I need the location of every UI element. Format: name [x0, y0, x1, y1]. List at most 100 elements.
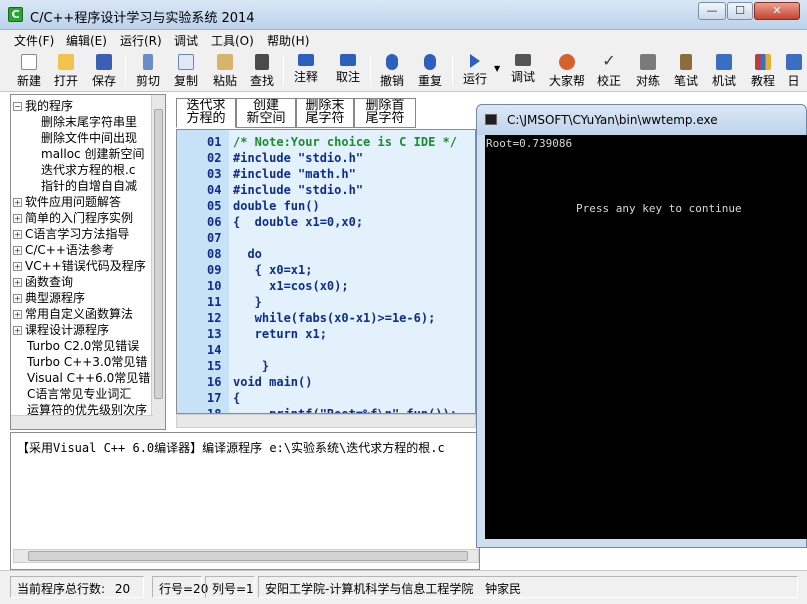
tree-item-my-programs[interactable]: − 我的程序 [13, 98, 73, 114]
program-tree[interactable]: − 我的程序 删除末尾字符串里 删除文件中间出现 malloc 创建新空间 迭代求… [10, 94, 166, 430]
tree-item[interactable]: 删除末尾字符串里 [41, 114, 137, 130]
menu-help[interactable]: 帮助(H) [267, 32, 309, 49]
menu-tools[interactable]: 工具(O) [211, 32, 254, 49]
expand-icon[interactable]: + [13, 214, 22, 223]
tree-item[interactable]: + 常用自定义函数算法 [13, 306, 133, 322]
tree-item[interactable]: 迭代求方程的根.c [41, 162, 135, 178]
tab-iterative-root[interactable]: 迭代求 方程的 [176, 98, 236, 128]
comment-button[interactable]: 注释 [287, 52, 325, 90]
cut-button[interactable]: 剪切 [129, 52, 167, 90]
tree-item-label: 指针的自增自自减 [41, 179, 138, 193]
tree-vertical-scrollbar[interactable] [151, 95, 165, 429]
undo-button[interactable]: 撤销 [373, 52, 411, 90]
save-button[interactable]: 保存 [85, 52, 123, 90]
compile-output-text: 【采用Visual C++ 6.0编译器】编译源程序 e:\实验系统\迭代求方程… [17, 441, 445, 455]
tree-item[interactable]: + 典型源程序 [13, 290, 85, 306]
expand-icon[interactable]: + [13, 310, 22, 319]
console-window[interactable]: C:\JMSOFT\CYuYan\bin\wwtemp.exe Root=0.7… [476, 104, 807, 548]
tree-item-label: 迭代求方程的根.c [41, 163, 136, 177]
new-button[interactable]: 新建 [10, 52, 48, 90]
collapse-icon[interactable]: − [13, 102, 22, 111]
toolbar-separator [125, 56, 126, 86]
code-line: 15 } [177, 358, 475, 374]
expand-icon[interactable]: + [13, 294, 22, 303]
menu-file[interactable]: 文件(F) [14, 32, 54, 49]
run-dropdown-icon[interactable]: ▼ [494, 64, 500, 73]
menu-debug[interactable]: 调试 [174, 32, 198, 49]
code-line: 02 #include "stdio.h" [177, 150, 475, 166]
output-horizontal-scrollbar[interactable] [13, 549, 479, 563]
tree-item[interactable]: Turbo C2.0常见错误 [27, 338, 139, 354]
comment-icon [298, 54, 314, 66]
computer-test-button[interactable]: 机试 [705, 52, 743, 90]
tree-item[interactable]: + C/C++语法参考 [13, 242, 114, 258]
menu-edit[interactable]: 编辑(E) [66, 32, 107, 49]
tree-item[interactable]: + 简单的入门程序实例 [13, 210, 133, 226]
tree-item[interactable]: 指针的自增自自减 [41, 178, 137, 194]
line-text: void main() [233, 375, 313, 389]
expand-icon[interactable]: + [13, 230, 22, 239]
line-number: 13 [207, 327, 222, 341]
tab-delete-trailing[interactable]: 删除末 尾字符 [296, 98, 354, 128]
help-community-button[interactable]: 大家帮 [546, 52, 588, 90]
calendar-button[interactable]: 日 [780, 52, 807, 90]
console-result-line: Root=0.739086 [486, 137, 573, 150]
tree-item[interactable]: + 函数查询 [13, 274, 73, 290]
tree-item[interactable]: + 软件应用问题解答 [13, 194, 121, 210]
code-line: 17 { [177, 390, 475, 406]
expand-icon[interactable]: + [13, 278, 22, 287]
expand-icon[interactable]: + [13, 262, 22, 271]
uncomment-button[interactable]: 取注 [329, 52, 367, 90]
tree-scroll-thumb[interactable] [154, 109, 163, 399]
correct-button[interactable]: ✓ 校正 [590, 52, 628, 90]
tree-horizontal-scrollbar[interactable] [11, 415, 153, 429]
find-button[interactable]: 查找 [243, 52, 281, 90]
code-editor[interactable]: 01 /* Note:Your choice is C IDE */ 02 #inc… [176, 129, 476, 414]
undo-icon [386, 54, 398, 70]
menu-run[interactable]: 运行(R) [120, 32, 162, 49]
tree-item[interactable]: Visual C++6.0常见错 [27, 370, 150, 386]
open-button[interactable]: 打开 [47, 52, 85, 90]
tree-item[interactable]: + VC++错误代码及程序 [13, 258, 146, 274]
new-file-icon [21, 54, 37, 70]
expand-icon[interactable]: + [13, 326, 22, 335]
copy-icon [178, 54, 194, 70]
expand-icon[interactable]: + [13, 246, 22, 255]
main-window-titlebar[interactable]: C C/C++程序设计学习与实验系统 2014 — ☐ ✕ [0, 0, 807, 30]
tutorial-button[interactable]: 教程 [744, 52, 782, 90]
maximize-button[interactable]: ☐ [727, 2, 753, 20]
tree-item[interactable]: Turbo C++3.0常见错 [27, 354, 147, 370]
tree-item[interactable]: + C语言学习方法指导 [13, 226, 129, 242]
copy-button[interactable]: 复制 [167, 52, 205, 90]
close-button[interactable]: ✕ [754, 2, 800, 20]
open-label: 打开 [53, 74, 78, 88]
paste-label: 粘贴 [212, 74, 237, 88]
tree-item[interactable]: malloc 创建新空间 [41, 146, 144, 162]
line-text: { x0=x1; [233, 263, 313, 277]
tree-item-label: Turbo C2.0常见错误 [27, 339, 140, 353]
line-text: { double x1=0,x0; [233, 215, 364, 229]
written-exam-button[interactable]: 笔试 [667, 52, 705, 90]
line-number: 04 [207, 183, 222, 197]
paste-button[interactable]: 粘贴 [206, 52, 244, 90]
console-titlebar[interactable]: C:\JMSOFT\CYuYan\bin\wwtemp.exe [477, 105, 806, 135]
tree-item[interactable]: 删除文件中间出现 [41, 130, 137, 146]
debug-button[interactable]: 调试 [504, 52, 542, 90]
redo-button[interactable]: 重复 [411, 52, 449, 90]
tree-item[interactable]: C语言常见专业词汇 [27, 386, 131, 402]
output-scroll-thumb[interactable] [28, 551, 468, 561]
cut-label: 剪切 [135, 74, 160, 88]
console-output[interactable]: Root=0.739086 Press any key to continue [485, 135, 807, 539]
code-line: 08 do [177, 246, 475, 262]
practice-button[interactable]: 对练 [629, 52, 667, 90]
expand-icon[interactable]: + [13, 198, 22, 207]
tree-item[interactable]: + 课程设计源程序 [13, 322, 109, 338]
run-button[interactable]: 运行 [456, 52, 494, 90]
menu-bar: 文件(F) 编辑(E) 运行(R) 调试 工具(O) 帮助(H) [0, 30, 807, 50]
line-number: 17 [207, 391, 222, 405]
tab-delete-leading[interactable]: 删除首 尾字符 [354, 98, 416, 128]
tab-create-space[interactable]: 创建 新空间 [236, 98, 296, 128]
minimize-button[interactable]: — [698, 2, 726, 20]
editor-horizontal-scrollbar[interactable] [176, 414, 476, 428]
compile-output-pane[interactable]: 【采用Visual C++ 6.0编译器】编译源程序 e:\实验系统\迭代求方程… [10, 432, 480, 570]
